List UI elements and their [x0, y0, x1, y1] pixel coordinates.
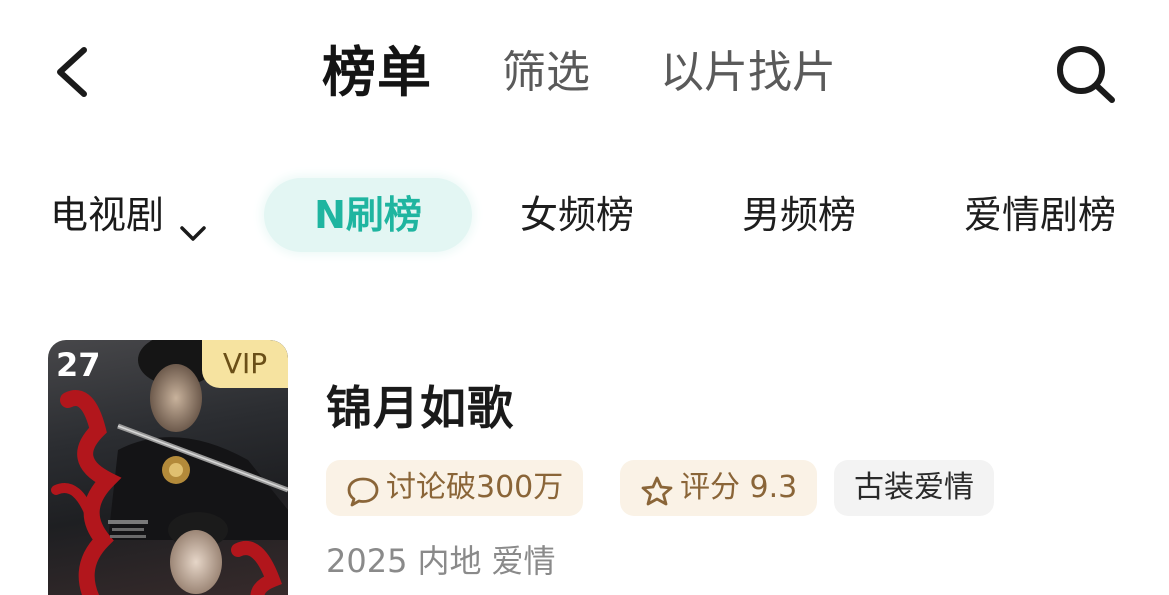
discussion-tag-label: 讨论破300万	[386, 470, 564, 505]
tab-rankings[interactable]: 榜单	[322, 38, 432, 108]
category-dropdown-label: 电视剧	[50, 193, 165, 237]
drama-title[interactable]: 锦月如歌	[326, 372, 514, 438]
score-tag-label: 评分 9.3	[680, 470, 798, 505]
drama-poster[interactable]: 27 VIP	[48, 340, 288, 595]
chevron-left-icon	[57, 47, 87, 97]
tab-filter[interactable]: 筛选	[502, 38, 590, 108]
discussion-tag: 讨论破300万	[326, 460, 584, 516]
search-button[interactable]	[1052, 42, 1118, 104]
chip-female-channel-chart[interactable]: 女频榜	[520, 178, 634, 252]
score-tag: 评分 9.3	[620, 460, 818, 516]
category-dropdown[interactable]: 电视剧	[50, 188, 208, 242]
chip-male-channel-chart[interactable]: 男频榜	[742, 178, 856, 252]
genre-tag[interactable]: 古装爱情	[834, 460, 994, 516]
chip-rewatch-chart[interactable]: N刷榜	[264, 178, 472, 252]
chart-list-screen: 榜单 筛选 以片找片 电视剧 N刷榜 女频榜 男频榜 爱情剧榜 27 VIP 锦…	[0, 0, 1169, 595]
chevron-down-icon	[178, 204, 208, 241]
chat-bubble-icon	[346, 470, 380, 506]
back-button[interactable]	[48, 44, 98, 100]
meta-year: 2025	[326, 542, 408, 580]
vip-badge: VIP	[202, 340, 288, 388]
search-icon	[1057, 46, 1115, 103]
rank-badge: 27	[56, 346, 101, 384]
meta-region: 内地	[417, 542, 482, 580]
drama-meta: 2025 内地 爱情	[326, 536, 565, 582]
star-icon	[640, 470, 674, 505]
meta-genre: 爱情	[491, 542, 556, 580]
tab-find-similar[interactable]: 以片找片	[660, 38, 836, 108]
chip-romance-drama-chart[interactable]: 爱情剧榜	[964, 178, 1116, 252]
